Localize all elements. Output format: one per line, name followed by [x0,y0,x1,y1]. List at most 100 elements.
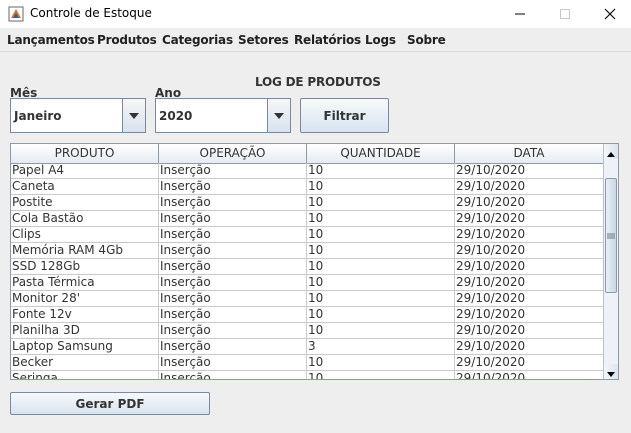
chevron-down-icon[interactable] [267,99,290,132]
table-row[interactable]: Papel A4 Inserção 10 29/10/2020 [11,163,604,179]
close-icon [604,5,616,24]
year-select[interactable]: 2020 [155,98,291,133]
close-button[interactable] [587,0,631,28]
cell-operacao[interactable]: Inserção [159,355,307,371]
scroll-down-button[interactable] [604,364,618,379]
cell-quantidade[interactable]: 3 [307,339,455,355]
cell-produto[interactable]: Becker [11,355,159,371]
cell-operacao[interactable]: Inserção [159,275,307,291]
cell-operacao[interactable]: Inserção [159,259,307,275]
cell-produto[interactable]: Fonte 12v [11,307,159,323]
column-header-quantidade[interactable]: QUANTIDADE [307,144,455,163]
menu-logs[interactable]: Logs [365,33,396,47]
cell-produto[interactable]: Cola Bastão [11,211,159,227]
menu-relatorios[interactable]: Relatórios [294,33,361,47]
table-row[interactable]: Cola Bastão Inserção 10 29/10/2020 [11,211,604,227]
cell-operacao[interactable]: Inserção [159,323,307,339]
cell-produto[interactable]: Postite [11,195,159,211]
table-row[interactable]: Laptop Samsung Inserção 3 29/10/2020 [11,339,604,355]
cell-data[interactable]: 29/10/2020 [455,195,604,211]
column-header-operacao[interactable]: OPERAÇÃO [159,144,307,163]
column-header-produto[interactable]: PRODUTO [11,144,159,163]
cell-data[interactable]: 29/10/2020 [455,323,604,339]
title-bar: Controle de Estoque [0,0,631,28]
generate-pdf-button[interactable]: Gerar PDF [10,392,210,415]
scroll-up-button[interactable] [604,144,618,159]
table-row[interactable]: Fonte 12v Inserção 10 29/10/2020 [11,307,604,323]
table-row[interactable]: SSD 128Gb Inserção 10 29/10/2020 [11,259,604,275]
table-row[interactable]: Clips Inserção 10 29/10/2020 [11,227,604,243]
cell-produto[interactable]: SSD 128Gb [11,259,159,275]
table-row[interactable]: Seringa Inserção 10 29/10/2020 [11,371,604,379]
cell-produto[interactable]: Seringa [11,371,159,379]
table-row[interactable]: Caneta Inserção 10 29/10/2020 [11,179,604,195]
cell-operacao[interactable]: Inserção [159,291,307,307]
cell-data[interactable]: 29/10/2020 [455,227,604,243]
cell-operacao[interactable]: Inserção [159,227,307,243]
cell-data[interactable]: 29/10/2020 [455,243,604,259]
cell-data[interactable]: 29/10/2020 [455,371,604,379]
cell-quantidade[interactable]: 10 [307,371,455,379]
cell-quantidade[interactable]: 10 [307,227,455,243]
table-row[interactable]: Planilha 3D Inserção 10 29/10/2020 [11,323,604,339]
cell-data[interactable]: 29/10/2020 [455,275,604,291]
cell-produto[interactable]: Memória RAM 4Gb [11,243,159,259]
scrollbar-thumb[interactable] [605,178,617,293]
cell-operacao[interactable]: Inserção [159,163,307,179]
cell-produto[interactable]: Pasta Térmica [11,275,159,291]
cell-produto[interactable]: Planilha 3D [11,323,159,339]
panel-title: LOG DE PRODUTOS [255,75,381,89]
window-title: Controle de Estoque [30,6,152,20]
table-row[interactable]: Becker Inserção 10 29/10/2020 [11,355,604,371]
menu-lancamentos[interactable]: Lançamentos [7,33,95,47]
menu-bar: Lançamentos Produtos Categorias Setores … [0,28,631,52]
minimize-button[interactable] [497,0,543,28]
cell-quantidade[interactable]: 10 [307,179,455,195]
cell-quantidade[interactable]: 10 [307,291,455,307]
cell-data[interactable]: 29/10/2020 [455,179,604,195]
cell-data[interactable]: 29/10/2020 [455,307,604,323]
menu-produtos[interactable]: Produtos [97,33,157,47]
cell-operacao[interactable]: Inserção [159,307,307,323]
cell-quantidade[interactable]: 10 [307,211,455,227]
cell-quantidade[interactable]: 10 [307,243,455,259]
cell-quantidade[interactable]: 10 [307,275,455,291]
cell-data[interactable]: 29/10/2020 [455,211,604,227]
chevron-down-icon[interactable] [122,99,145,132]
cell-operacao[interactable]: Inserção [159,243,307,259]
scroll-up-arrow-icon [607,144,615,161]
cell-data[interactable]: 29/10/2020 [455,355,604,371]
cell-operacao[interactable]: Inserção [159,195,307,211]
column-header-data[interactable]: DATA [455,144,604,163]
cell-quantidade[interactable]: 10 [307,259,455,275]
cell-data[interactable]: 29/10/2020 [455,339,604,355]
cell-quantidade[interactable]: 10 [307,195,455,211]
menu-categorias[interactable]: Categorias [162,33,233,47]
cell-quantidade[interactable]: 10 [307,355,455,371]
cell-data[interactable]: 29/10/2020 [455,163,604,179]
cell-operacao[interactable]: Inserção [159,179,307,195]
cell-quantidade[interactable]: 10 [307,323,455,339]
cell-operacao[interactable]: Inserção [159,371,307,379]
month-select[interactable]: Janeiro [10,98,146,133]
table-row[interactable]: Postite Inserção 10 29/10/2020 [11,195,604,211]
cell-produto[interactable]: Laptop Samsung [11,339,159,355]
cell-data[interactable]: 29/10/2020 [455,291,604,307]
menu-sobre[interactable]: Sobre [407,33,446,47]
cell-quantidade[interactable]: 10 [307,307,455,323]
cell-quantidade[interactable]: 10 [307,163,455,179]
menu-setores[interactable]: Setores [238,33,289,47]
vertical-scrollbar[interactable] [603,144,618,379]
cell-operacao[interactable]: Inserção [159,211,307,227]
cell-produto[interactable]: Monitor 28' [11,291,159,307]
filter-button[interactable]: Filtrar [300,98,389,133]
table-row[interactable]: Pasta Térmica Inserção 10 29/10/2020 [11,275,604,291]
cell-produto[interactable]: Caneta [11,179,159,195]
cell-data[interactable]: 29/10/2020 [455,259,604,275]
maximize-button[interactable] [542,0,588,28]
cell-produto[interactable]: Papel A4 [11,163,159,179]
cell-operacao[interactable]: Inserção [159,339,307,355]
cell-produto[interactable]: Clips [11,227,159,243]
table-row[interactable]: Monitor 28' Inserção 10 29/10/2020 [11,291,604,307]
table-row[interactable]: Memória RAM 4Gb Inserção 10 29/10/2020 [11,243,604,259]
